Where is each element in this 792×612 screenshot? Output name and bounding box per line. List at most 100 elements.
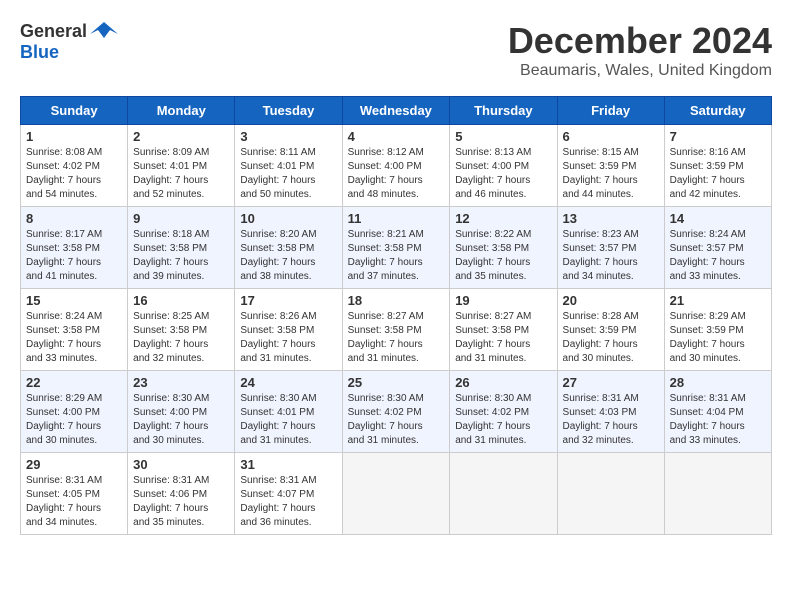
day-number: 16 bbox=[133, 293, 229, 308]
day-number: 1 bbox=[26, 129, 122, 144]
calendar-week-row: 22 Sunrise: 8:29 AMSunset: 4:00 PMDayligh… bbox=[21, 371, 772, 453]
calendar-cell: 5 Sunrise: 8:13 AMSunset: 4:00 PMDaylight… bbox=[450, 125, 557, 207]
calendar-cell: 24 Sunrise: 8:30 AMSunset: 4:01 PMDayligh… bbox=[235, 371, 342, 453]
calendar-cell: 14 Sunrise: 8:24 AMSunset: 3:57 PMDayligh… bbox=[664, 207, 771, 289]
cell-info: Sunrise: 8:31 AMSunset: 4:04 PMDaylight:… bbox=[670, 392, 766, 448]
calendar-cell: 11 Sunrise: 8:21 AMSunset: 3:58 PMDayligh… bbox=[342, 207, 450, 289]
calendar-cell: 9 Sunrise: 8:18 AMSunset: 3:58 PMDaylight… bbox=[128, 207, 235, 289]
logo: General Blue bbox=[20, 20, 118, 63]
cell-info: Sunrise: 8:23 AMSunset: 3:57 PMDaylight:… bbox=[563, 228, 659, 284]
day-header-friday: Friday bbox=[557, 97, 664, 125]
calendar-cell bbox=[342, 453, 450, 535]
calendar-cell: 3Sunrise: 8:11 AMSunset: 4:01 PMDaylight… bbox=[235, 125, 342, 207]
cell-info: Sunrise: 8:13 AMSunset: 4:00 PMDaylight:… bbox=[455, 146, 551, 202]
calendar-cell: 28Sunrise: 8:31 AMSunset: 4:04 PMDayligh… bbox=[664, 371, 771, 453]
cell-info: Sunrise: 8:27 AMSunset: 3:58 PMDaylight:… bbox=[455, 310, 551, 366]
day-header-saturday: Saturday bbox=[664, 97, 771, 125]
day-number: 27 bbox=[563, 375, 659, 390]
calendar-cell: 4Sunrise: 8:12 AMSunset: 4:00 PMDaylight… bbox=[342, 125, 450, 207]
cell-info: Sunrise: 8:26 AMSunset: 3:58 PMDaylight:… bbox=[240, 310, 336, 366]
calendar-week-row: 8 Sunrise: 8:17 AMSunset: 3:58 PMDaylight… bbox=[21, 207, 772, 289]
calendar-cell: 25Sunrise: 8:30 AMSunset: 4:02 PMDayligh… bbox=[342, 371, 450, 453]
day-number: 7 bbox=[670, 129, 766, 144]
calendar-cell: 21Sunrise: 8:29 AMSunset: 3:59 PMDayligh… bbox=[664, 289, 771, 371]
calendar-cell: 29 Sunrise: 8:31 AMSunset: 4:05 PMDayligh… bbox=[21, 453, 128, 535]
day-number: 25 bbox=[348, 375, 445, 390]
cell-info: Sunrise: 8:17 AMSunset: 3:58 PMDaylight:… bbox=[26, 228, 122, 284]
day-number: 23 bbox=[133, 375, 229, 390]
cell-info: Sunrise: 8:25 AMSunset: 3:58 PMDaylight:… bbox=[133, 310, 229, 366]
cell-info: Sunrise: 8:31 AMSunset: 4:05 PMDaylight:… bbox=[26, 474, 122, 530]
calendar-cell bbox=[557, 453, 664, 535]
day-number: 6 bbox=[563, 129, 659, 144]
calendar-cell: 15 Sunrise: 8:24 AMSunset: 3:58 PMDayligh… bbox=[21, 289, 128, 371]
cell-info: Sunrise: 8:16 AMSunset: 3:59 PMDaylight:… bbox=[670, 146, 766, 202]
cell-info: Sunrise: 8:24 AMSunset: 3:58 PMDaylight:… bbox=[26, 310, 122, 366]
cell-info: Sunrise: 8:31 AMSunset: 4:06 PMDaylight:… bbox=[133, 474, 229, 530]
calendar-cell: 31Sunrise: 8:31 AMSunset: 4:07 PMDayligh… bbox=[235, 453, 342, 535]
day-number: 2 bbox=[133, 129, 229, 144]
day-number: 20 bbox=[563, 293, 659, 308]
cell-info: Sunrise: 8:24 AMSunset: 3:57 PMDaylight:… bbox=[670, 228, 766, 284]
day-number: 5 bbox=[455, 129, 551, 144]
month-year-title: December 2024 bbox=[508, 20, 772, 62]
day-number: 4 bbox=[348, 129, 445, 144]
day-number: 11 bbox=[348, 211, 445, 226]
cell-info: Sunrise: 8:15 AMSunset: 3:59 PMDaylight:… bbox=[563, 146, 659, 202]
day-number: 29 bbox=[26, 457, 122, 472]
title-section: December 2024 Beaumaris, Wales, United K… bbox=[508, 20, 772, 80]
location-subtitle: Beaumaris, Wales, United Kingdom bbox=[508, 62, 772, 80]
cell-info: Sunrise: 8:18 AMSunset: 3:58 PMDaylight:… bbox=[133, 228, 229, 284]
logo-bird-icon bbox=[90, 20, 118, 42]
calendar-cell bbox=[450, 453, 557, 535]
day-number: 24 bbox=[240, 375, 336, 390]
calendar-cell: 13 Sunrise: 8:23 AMSunset: 3:57 PMDayligh… bbox=[557, 207, 664, 289]
calendar-cell: 16 Sunrise: 8:25 AMSunset: 3:58 PMDayligh… bbox=[128, 289, 235, 371]
calendar-cell: 10 Sunrise: 8:20 AMSunset: 3:58 PMDayligh… bbox=[235, 207, 342, 289]
cell-info: Sunrise: 8:30 AMSunset: 4:02 PMDaylight:… bbox=[455, 392, 551, 448]
calendar-cell bbox=[664, 453, 771, 535]
page-header: General Blue December 2024 Beaumaris, Wa… bbox=[20, 20, 772, 80]
calendar-cell: 8 Sunrise: 8:17 AMSunset: 3:58 PMDaylight… bbox=[21, 207, 128, 289]
day-number: 8 bbox=[26, 211, 122, 226]
day-number: 15 bbox=[26, 293, 122, 308]
day-number: 18 bbox=[348, 293, 445, 308]
calendar-cell: 6 Sunrise: 8:15 AMSunset: 3:59 PMDaylight… bbox=[557, 125, 664, 207]
day-header-tuesday: Tuesday bbox=[235, 97, 342, 125]
cell-info: Sunrise: 8:30 AMSunset: 4:00 PMDaylight:… bbox=[133, 392, 229, 448]
cell-info: Sunrise: 8:27 AMSunset: 3:58 PMDaylight:… bbox=[348, 310, 445, 366]
calendar-cell: 27Sunrise: 8:31 AMSunset: 4:03 PMDayligh… bbox=[557, 371, 664, 453]
cell-info: Sunrise: 8:08 AMSunset: 4:02 PMDaylight:… bbox=[26, 146, 122, 202]
calendar-cell: 30Sunrise: 8:31 AMSunset: 4:06 PMDayligh… bbox=[128, 453, 235, 535]
calendar-cell: 18 Sunrise: 8:27 AMSunset: 3:58 PMDayligh… bbox=[342, 289, 450, 371]
day-number: 14 bbox=[670, 211, 766, 226]
day-number: 3 bbox=[240, 129, 336, 144]
calendar-cell: 7 Sunrise: 8:16 AMSunset: 3:59 PMDaylight… bbox=[664, 125, 771, 207]
cell-info: Sunrise: 8:20 AMSunset: 3:58 PMDaylight:… bbox=[240, 228, 336, 284]
day-number: 19 bbox=[455, 293, 551, 308]
day-header-sunday: Sunday bbox=[21, 97, 128, 125]
calendar-cell: 22 Sunrise: 8:29 AMSunset: 4:00 PMDayligh… bbox=[21, 371, 128, 453]
calendar-week-row: 15 Sunrise: 8:24 AMSunset: 3:58 PMDayligh… bbox=[21, 289, 772, 371]
cell-info: Sunrise: 8:21 AMSunset: 3:58 PMDaylight:… bbox=[348, 228, 445, 284]
cell-info: Sunrise: 8:31 AMSunset: 4:07 PMDaylight:… bbox=[240, 474, 336, 530]
calendar-cell: 17Sunrise: 8:26 AMSunset: 3:58 PMDayligh… bbox=[235, 289, 342, 371]
calendar-week-row: 29 Sunrise: 8:31 AMSunset: 4:05 PMDayligh… bbox=[21, 453, 772, 535]
calendar-header-row: SundayMondayTuesdayWednesdayThursdayFrid… bbox=[21, 97, 772, 125]
day-number: 26 bbox=[455, 375, 551, 390]
calendar-cell: 20 Sunrise: 8:28 AMSunset: 3:59 PMDayligh… bbox=[557, 289, 664, 371]
day-header-wednesday: Wednesday bbox=[342, 97, 450, 125]
day-number: 9 bbox=[133, 211, 229, 226]
cell-info: Sunrise: 8:09 AMSunset: 4:01 PMDaylight:… bbox=[133, 146, 229, 202]
day-number: 13 bbox=[563, 211, 659, 226]
cell-info: Sunrise: 8:29 AMSunset: 4:00 PMDaylight:… bbox=[26, 392, 122, 448]
calendar-cell: 26 Sunrise: 8:30 AMSunset: 4:02 PMDayligh… bbox=[450, 371, 557, 453]
day-number: 10 bbox=[240, 211, 336, 226]
day-number: 22 bbox=[26, 375, 122, 390]
calendar-cell: 19 Sunrise: 8:27 AMSunset: 3:58 PMDayligh… bbox=[450, 289, 557, 371]
calendar-cell: 23 Sunrise: 8:30 AMSunset: 4:00 PMDayligh… bbox=[128, 371, 235, 453]
cell-info: Sunrise: 8:28 AMSunset: 3:59 PMDaylight:… bbox=[563, 310, 659, 366]
day-header-thursday: Thursday bbox=[450, 97, 557, 125]
logo-blue-text: Blue bbox=[20, 42, 59, 62]
cell-info: Sunrise: 8:30 AMSunset: 4:01 PMDaylight:… bbox=[240, 392, 336, 448]
